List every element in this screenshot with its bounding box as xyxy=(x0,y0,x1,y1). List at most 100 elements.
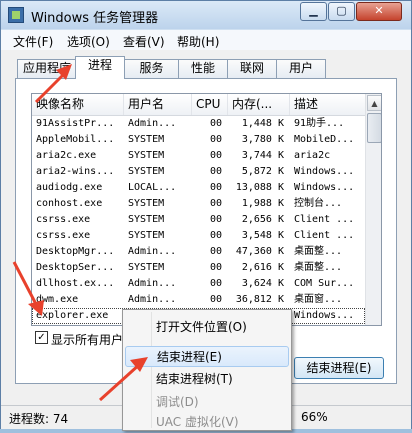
process-list[interactable]: 映像名称 用户名 CPU 内存(... 描述 91AssistPr... Admi… xyxy=(31,93,382,326)
show-all-users-label: 显示所有用户 xyxy=(51,333,124,347)
cell-user-name: SYSTEM xyxy=(128,150,165,161)
cell-image-name: DesktopMgr... xyxy=(36,246,115,257)
cell-description: 91助手... xyxy=(294,118,345,129)
tab-networking[interactable]: 联网 xyxy=(227,59,277,78)
cell-cpu: 00 xyxy=(209,118,222,129)
cell-image-name: aria2-wins... xyxy=(36,166,115,177)
cell-memory: 3,744 K xyxy=(241,150,284,161)
cell-description: Flash H... xyxy=(294,324,364,325)
cell-image-name: explorer.exe xyxy=(36,310,109,321)
table-row[interactable]: dwm.exe Admin... 00 36,812 K 桌面窗... xyxy=(32,292,365,308)
tab-performance[interactable]: 性能 xyxy=(178,59,228,78)
column-cpu[interactable]: CPU xyxy=(192,94,228,115)
cell-image-name: aria2c.exe xyxy=(36,150,97,161)
table-row[interactable]: csrss.exe SYSTEM 00 2,656 K Client ... xyxy=(32,212,365,228)
cell-image-name: 91AssistPr... xyxy=(36,118,115,129)
cell-user-name: SYSTEM xyxy=(128,198,165,209)
table-row[interactable]: 91AssistPr... Admin... 00 1,448 K 91助手... xyxy=(32,116,365,132)
cell-user-name: Admin... xyxy=(128,294,177,305)
cell-cpu: 00 xyxy=(209,166,222,177)
table-row[interactable]: dllhost.ex... Admin... 00 3,624 K COM Sur... xyxy=(32,276,365,292)
tab-users[interactable]: 用户 xyxy=(276,59,326,78)
cell-memory: 3,548 K xyxy=(241,230,284,241)
cell-description: COM Sur... xyxy=(294,278,355,289)
cell-memory: 36,812 K xyxy=(235,294,284,305)
cell-user-name: SYSTEM xyxy=(128,134,165,145)
process-count: 进程数: 74 xyxy=(9,412,69,426)
cell-memory: 3,624 K xyxy=(241,278,284,289)
vertical-scrollbar[interactable]: ▲ xyxy=(365,94,381,325)
table-row[interactable]: csrss.exe SYSTEM 00 3,548 K Client ... xyxy=(32,228,365,244)
context-menu: 打开文件位置(O) 结束进程(E) 结束进程树(T) 调试(D) UAC 虚拟化… xyxy=(122,309,292,431)
cell-image-name: csrss.exe xyxy=(36,230,91,241)
cell-memory: 47,360 K xyxy=(235,246,284,257)
menu-file[interactable]: 文件(F) xyxy=(13,33,53,50)
table-row[interactable]: aria2c.exe SYSTEM 00 3,744 K aria2c xyxy=(32,148,365,164)
table-row[interactable]: conhost.exe SYSTEM 00 1,988 K 控制台... xyxy=(32,196,365,212)
maximize-button[interactable]: ▢ xyxy=(328,2,355,21)
cell-image-name: FlashHelpe... xyxy=(36,324,122,325)
tab-processes[interactable]: 进程 xyxy=(75,56,125,79)
cell-description: 桌面整... xyxy=(294,262,343,273)
menu-end-process[interactable]: 结束进程(E) xyxy=(125,346,289,367)
cell-memory: 1,988 K xyxy=(241,198,284,209)
cell-description: Windows... xyxy=(294,182,355,193)
cell-memory: 2,656 K xyxy=(241,214,284,225)
cell-cpu: 00 xyxy=(209,198,222,209)
table-row[interactable]: audiodg.exe LOCAL... 00 13,088 K Windows... xyxy=(32,180,365,196)
menu-help[interactable]: 帮助(H) xyxy=(177,33,219,50)
cell-user-name: SYSTEM xyxy=(128,230,165,241)
cell-memory: 13,088 K xyxy=(235,182,284,193)
cell-cpu: 00 xyxy=(209,278,222,289)
cell-description: Client ... xyxy=(294,214,355,225)
column-memory[interactable]: 内存(... xyxy=(228,94,290,115)
cell-description: 桌面窗... xyxy=(294,294,343,305)
show-all-users-checkbox[interactable]: ✓ xyxy=(35,331,48,344)
cell-user-name: SYSTEM xyxy=(128,262,165,273)
cell-description: Windows... xyxy=(294,310,355,321)
menu-bar: 文件(F) 选项(O) 查看(V) 帮助(H) xyxy=(1,30,411,50)
end-process-button[interactable]: 结束进程(E) xyxy=(294,357,384,379)
scroll-thumb[interactable] xyxy=(367,113,381,143)
cell-memory: 1,448 K xyxy=(241,118,284,129)
menu-options[interactable]: 选项(O) xyxy=(67,33,110,50)
memory-usage: 66% xyxy=(301,410,328,424)
cell-image-name: audiodg.exe xyxy=(36,182,103,193)
menu-view[interactable]: 查看(V) xyxy=(123,33,165,50)
cell-memory: 3,780 K xyxy=(241,134,284,145)
table-row[interactable]: AppleMobil... SYSTEM 00 3,780 K MobileD... xyxy=(32,132,365,148)
close-button[interactable]: ✕ xyxy=(356,2,402,21)
cell-user-name: SYSTEM xyxy=(128,214,165,225)
cell-user-name: Admin... xyxy=(128,118,177,129)
cell-image-name: dwm.exe xyxy=(36,294,79,305)
tab-services[interactable]: 服务 xyxy=(124,59,179,78)
cell-user-name: LOCAL... xyxy=(128,182,177,193)
task-manager-icon xyxy=(8,7,24,23)
column-user-name[interactable]: 用户名 xyxy=(124,94,192,115)
cell-cpu: 00 xyxy=(209,214,222,225)
cell-description: Windows... xyxy=(294,166,355,177)
tab-applications[interactable]: 应用程序 xyxy=(17,59,77,78)
cell-cpu: 00 xyxy=(209,230,222,241)
menu-open-file-location[interactable]: 打开文件位置(O) xyxy=(125,317,289,338)
cell-description: Client ... xyxy=(294,230,355,241)
cell-memory: 2,616 K xyxy=(241,262,284,273)
scroll-up-icon[interactable]: ▲ xyxy=(367,95,381,111)
cell-image-name: DesktopSer... xyxy=(36,262,115,273)
menu-end-process-tree[interactable]: 结束进程树(T) xyxy=(125,369,289,390)
cell-cpu: 00 xyxy=(209,150,222,161)
cell-user-name: SYSTEM xyxy=(128,166,165,177)
table-row[interactable]: DesktopMgr... Admin... 00 47,360 K 桌面整... xyxy=(32,244,365,260)
cell-image-name: dllhost.ex... xyxy=(36,278,115,289)
table-row[interactable]: aria2-wins... SYSTEM 00 5,872 K Windows... xyxy=(32,164,365,180)
cell-description: aria2c xyxy=(294,150,331,161)
cell-cpu: 00 xyxy=(209,182,222,193)
column-description[interactable]: 描述 xyxy=(290,94,365,115)
cell-description: 控制台... xyxy=(294,198,343,209)
minimize-button[interactable]: ▁ xyxy=(300,2,327,21)
cell-image-name: csrss.exe xyxy=(36,214,91,225)
table-row[interactable]: DesktopSer... SYSTEM 00 2,616 K 桌面整... xyxy=(32,260,365,276)
title-bar[interactable]: Windows 任务管理器 ▁ ▢ ✕ xyxy=(1,1,411,29)
cell-image-name: AppleMobil... xyxy=(36,134,115,145)
column-image-name[interactable]: 映像名称 xyxy=(32,94,124,115)
